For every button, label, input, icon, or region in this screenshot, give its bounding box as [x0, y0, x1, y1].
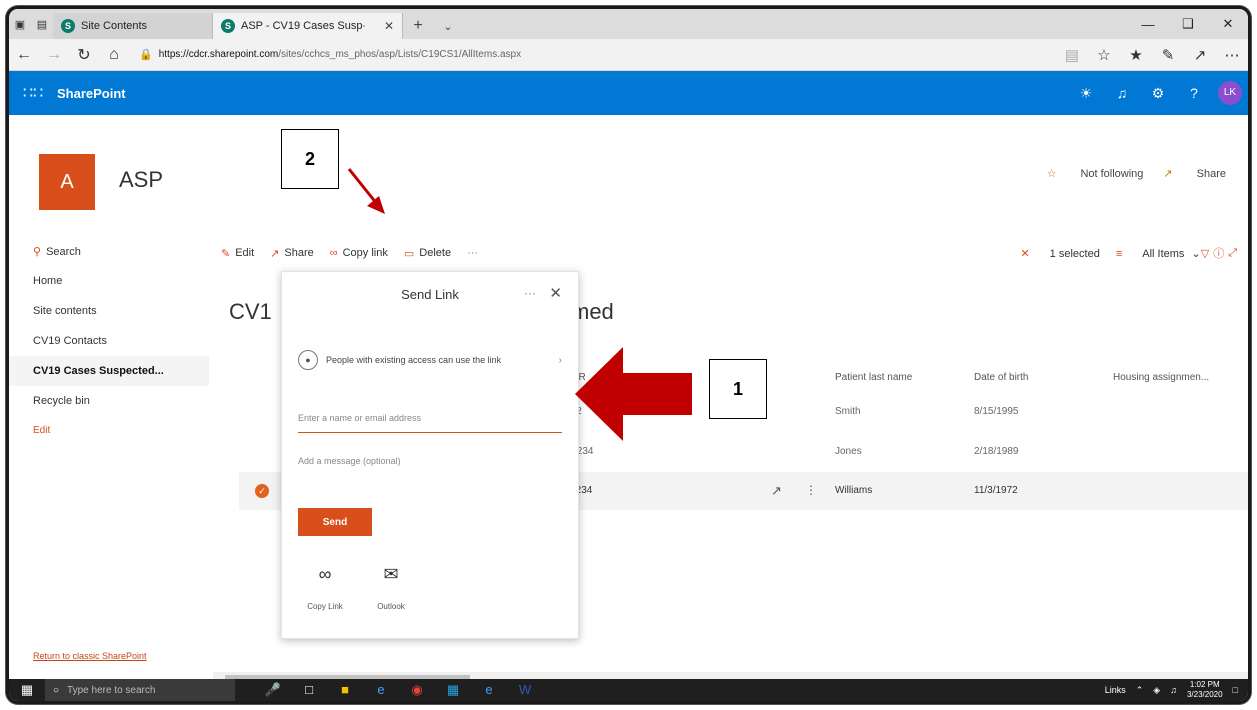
edge-icon[interactable]: e: [471, 682, 507, 698]
annotation-arrow-2: [347, 168, 385, 214]
ie-icon[interactable]: e: [363, 682, 399, 698]
taskbar-search-placeholder: Type here to search: [67, 684, 156, 696]
system-tray: Links ⌃ ◈ ♫ 1:02 PM 3/23/2020 □: [1105, 680, 1248, 700]
action-center-icon[interactable]: □: [1233, 685, 1238, 695]
windows-start-icon[interactable]: ▦: [9, 682, 45, 698]
word-icon[interactable]: W: [507, 682, 543, 698]
microphone-icon[interactable]: 🎤: [255, 682, 291, 698]
cortana-circle-icon: ○: [53, 684, 60, 696]
clock-time: 1:02 PM: [1189, 680, 1220, 689]
taskbar-apps: 🎤 □ ■ e ◉ ▦ e W: [255, 682, 543, 698]
taskbar-search[interactable]: ○ Type here to search: [45, 679, 235, 701]
file-explorer-icon[interactable]: ■: [327, 682, 363, 698]
chrome-icon[interactable]: ◉: [399, 682, 435, 698]
network-icon[interactable]: ◈: [1153, 685, 1160, 696]
volume-icon[interactable]: ♫: [1170, 685, 1177, 695]
taskbar-clock[interactable]: 1:02 PM 3/23/2020: [1187, 680, 1223, 700]
task-view-icon[interactable]: □: [291, 682, 327, 698]
tray-chevron-icon[interactable]: ⌃: [1136, 685, 1144, 696]
links-toolbar[interactable]: Links: [1105, 685, 1126, 695]
annotation-arrow-1: [575, 347, 692, 441]
annotation-arrows: [347, 168, 692, 441]
windows-taskbar: ▦ ○ Type here to search 🎤 □ ■ e ◉ ▦ e W L…: [9, 679, 1248, 701]
clock-date: 3/23/2020: [1186, 690, 1223, 699]
store-icon[interactable]: ▦: [435, 682, 471, 698]
screenshot-frame: ▣ ▤ S Site Contents S ASP - CV19 Cases S…: [6, 6, 1251, 704]
